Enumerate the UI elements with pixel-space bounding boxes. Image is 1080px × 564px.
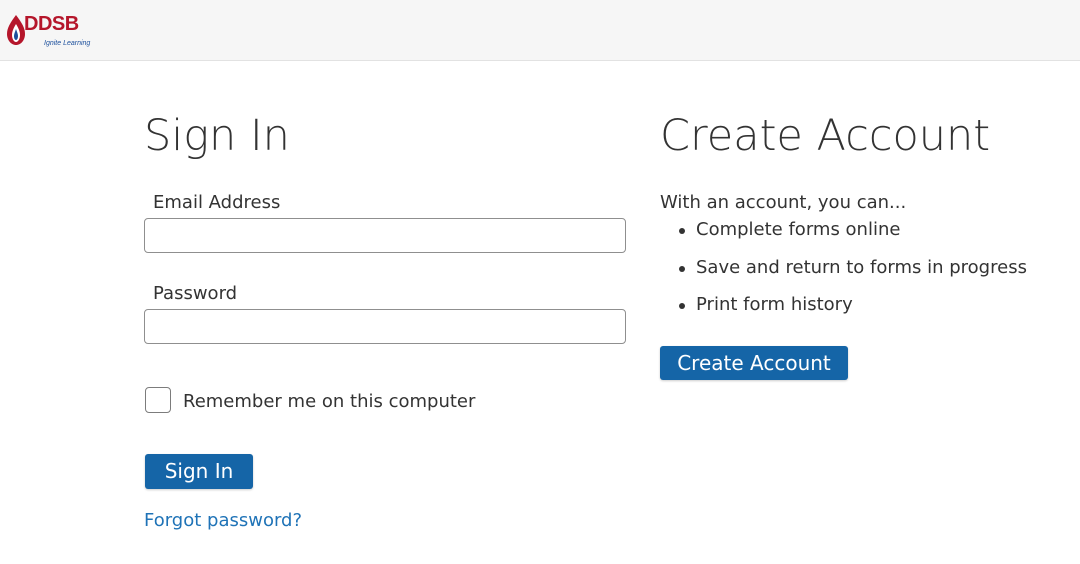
email-field[interactable]: [144, 218, 626, 253]
bullet-icon: [679, 303, 685, 309]
remember-me-label[interactable]: Remember me on this computer: [183, 391, 475, 413]
flame-icon: [7, 15, 25, 45]
bullet-icon: [679, 228, 685, 234]
create-account-heading: Create Account: [660, 111, 991, 161]
benefit-item: Save and return to forms in progress: [660, 257, 1027, 295]
forgot-password-link[interactable]: Forgot password?: [144, 510, 302, 532]
password-field[interactable]: [144, 309, 626, 344]
benefit-item: Complete forms online: [660, 219, 1027, 257]
bullet-icon: [679, 265, 685, 272]
signin-heading: Sign In: [144, 111, 290, 161]
benefit-text: Print form history: [696, 294, 853, 315]
logo-wordmark: DDSB: [24, 13, 79, 35]
benefit-text: Complete forms online: [696, 219, 901, 240]
create-account-intro: With an account, you can...: [660, 192, 907, 213]
ddsb-logo[interactable]: DDSB Ignite Learning: [6, 6, 106, 52]
benefit-text: Save and return to forms in progress: [696, 256, 1027, 278]
password-label: Password: [153, 283, 238, 304]
remember-me-checkbox[interactable]: [145, 387, 171, 413]
create-account-button[interactable]: Create Account: [660, 346, 848, 380]
benefits-list: Complete forms online Save and return to…: [660, 219, 1027, 332]
top-header: DDSB Ignite Learning: [0, 0, 1080, 61]
benefit-item: Print form history: [660, 294, 1027, 332]
email-label: Email Address: [153, 192, 281, 213]
signin-button[interactable]: Sign In: [145, 454, 253, 489]
logo-tagline: Ignite Learning: [44, 40, 91, 47]
